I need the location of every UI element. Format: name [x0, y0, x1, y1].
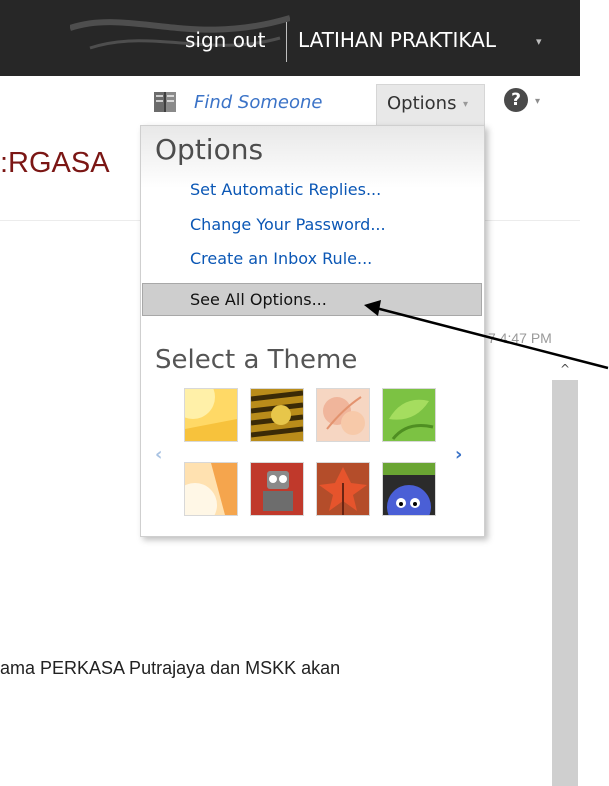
see-all-options-label: See All Options... [190, 290, 327, 309]
options-menu-button[interactable]: Options ▾ [376, 84, 485, 126]
create-inbox-rule-link[interactable]: Create an Inbox Rule... [190, 249, 372, 268]
options-dropdown-title: Options [155, 133, 264, 166]
chevron-down-icon[interactable]: ▾ [536, 35, 542, 48]
message-timestamp: 7 4:47 PM [488, 330, 552, 346]
set-automatic-replies-link[interactable]: Set Automatic Replies... [190, 180, 381, 199]
user-name-menu[interactable]: LATIHAN PRAKTIKAL [298, 28, 496, 52]
see-all-options-item[interactable]: See All Options... [142, 283, 482, 316]
scroll-up-icon[interactable]: ^ [552, 356, 578, 380]
message-body-text: ama PERKASA Putrajaya dan MSKK akan [0, 658, 341, 678]
top-bar: sign out LATIHAN PRAKTIKAL ▾ [0, 0, 580, 76]
help-icon[interactable]: ? [504, 88, 528, 112]
theme-thumb-robot[interactable] [250, 462, 304, 516]
scrollbar[interactable] [552, 356, 578, 786]
find-someone-link[interactable]: Find Someone [194, 92, 322, 113]
theme-thumb-floral[interactable] [316, 388, 370, 442]
theme-thumb-monster[interactable] [382, 462, 436, 516]
page-title: :RGASA [0, 147, 110, 179]
theme-thumb-leaves[interactable] [382, 388, 436, 442]
header-separator [286, 22, 287, 62]
change-password-link[interactable]: Change Your Password... [190, 215, 386, 234]
theme-thumb-autumn[interactable] [316, 462, 370, 516]
chevron-down-icon[interactable]: ▾ [535, 96, 540, 107]
theme-next-icon[interactable]: › [455, 444, 462, 465]
theme-thumb-sunset[interactable] [184, 462, 238, 516]
theme-prev-icon[interactable]: ‹ [155, 444, 162, 465]
chevron-down-icon: ▾ [463, 99, 469, 110]
address-book-icon[interactable] [152, 90, 180, 114]
sign-out-link[interactable]: sign out [185, 28, 265, 52]
options-button-label: Options [387, 93, 457, 114]
theme-thumb-sunshine[interactable] [184, 388, 238, 442]
theme-thumb-tiger[interactable] [250, 388, 304, 442]
select-theme-heading: Select a Theme [155, 345, 358, 375]
